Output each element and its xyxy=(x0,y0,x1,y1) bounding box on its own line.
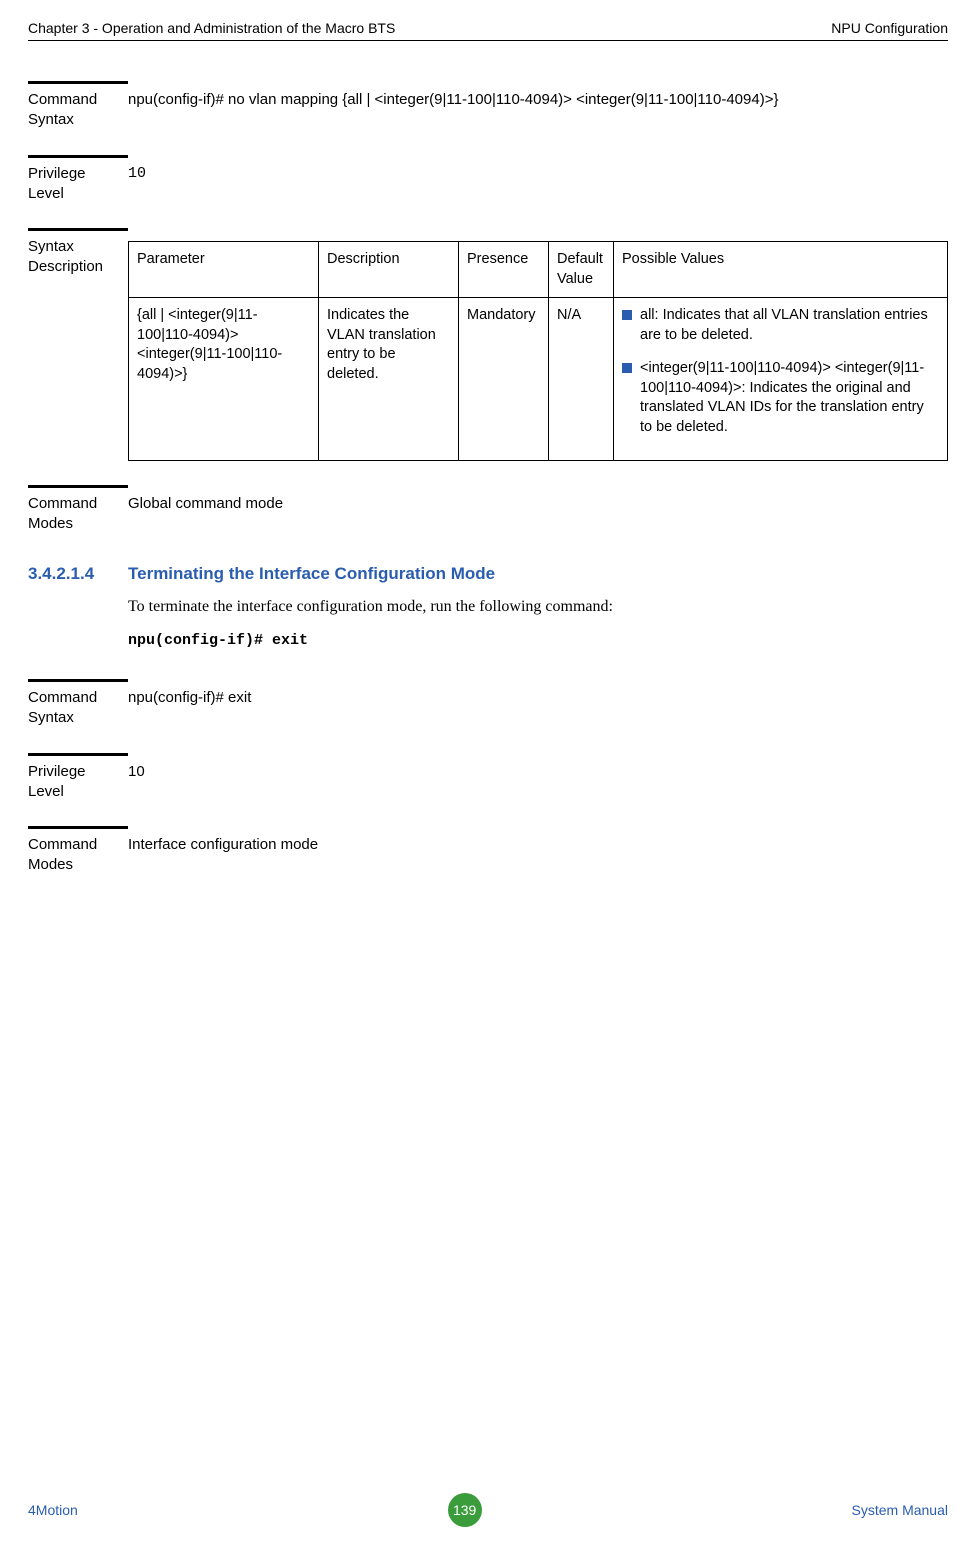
syntax-table: Parameter Description Presence Default V… xyxy=(128,241,948,461)
header-rule xyxy=(28,40,948,41)
header-right: NPU Configuration xyxy=(831,20,948,36)
label-command-modes: Command Modes xyxy=(28,826,128,876)
page-number-badge: 139 xyxy=(448,1493,482,1527)
value-command-modes: Global command mode xyxy=(128,485,948,535)
section-command-syntax-1: Command Syntax npu(config-if)# no vlan m… xyxy=(28,81,948,131)
col-parameter: Parameter xyxy=(129,242,319,298)
value-privilege-level: 10 xyxy=(128,155,948,205)
bullet-square-icon xyxy=(622,363,632,373)
page-footer: 4Motion 139 System Manual xyxy=(28,1493,948,1527)
cell-default: N/A xyxy=(549,298,614,460)
section-command-syntax-2: Command Syntax npu(config-if)# exit xyxy=(28,679,948,729)
bullet-item-integer: <integer(9|11-100|110-4094)> <integer(9|… xyxy=(622,359,939,437)
section-command-modes-2: Command Modes Interface configuration mo… xyxy=(28,826,948,876)
label-syntax-description: Syntax Description xyxy=(28,228,128,461)
table-header-row: Parameter Description Presence Default V… xyxy=(129,242,948,298)
label-privilege-level: Privilege Level xyxy=(28,155,128,205)
cell-possible-values: all: Indicates that all VLAN translation… xyxy=(614,298,948,460)
cell-description: Indicates the VLAN translation entry to … xyxy=(319,298,459,460)
section-privilege-level-2: Privilege Level 10 xyxy=(28,753,948,803)
command-example: npu(config-if)# exit xyxy=(128,632,948,649)
label-command-modes: Command Modes xyxy=(28,485,128,535)
section-command-modes-1: Command Modes Global command mode xyxy=(28,485,948,535)
value-command-syntax: npu(config-if)# no vlan mapping {all | <… xyxy=(128,81,948,131)
heading-title: Terminating the Interface Configuration … xyxy=(128,564,495,584)
bullet-text: <integer(9|11-100|110-4094)> <integer(9|… xyxy=(640,359,939,437)
col-default-value: Default Value xyxy=(549,242,614,298)
header-left: Chapter 3 - Operation and Administration… xyxy=(28,20,395,36)
bullet-text: all: Indicates that all VLAN translation… xyxy=(640,306,939,345)
label-command-syntax: Command Syntax xyxy=(28,679,128,729)
section-syntax-description: Syntax Description Parameter Description… xyxy=(28,228,948,461)
col-presence: Presence xyxy=(459,242,549,298)
footer-right: System Manual xyxy=(852,1502,948,1518)
col-possible-values: Possible Values xyxy=(614,242,948,298)
bullet-square-icon xyxy=(622,310,632,320)
label-command-syntax: Command Syntax xyxy=(28,81,128,131)
cell-parameter: {all | <integer(9|11-100|110-4094)> <int… xyxy=(129,298,319,460)
cell-presence: Mandatory xyxy=(459,298,549,460)
footer-left: 4Motion xyxy=(28,1502,78,1518)
table-row: {all | <integer(9|11-100|110-4094)> <int… xyxy=(129,298,948,460)
section-heading: 3.4.2.1.4 Terminating the Interface Conf… xyxy=(28,564,948,584)
value-command-syntax: npu(config-if)# exit xyxy=(128,679,948,729)
body-intro-text: To terminate the interface configuration… xyxy=(128,598,948,616)
bullet-item-all: all: Indicates that all VLAN translation… xyxy=(622,306,939,345)
value-privilege-level: 10 xyxy=(128,753,948,803)
col-description: Description xyxy=(319,242,459,298)
heading-number: 3.4.2.1.4 xyxy=(28,564,128,584)
syntax-table-wrap: Parameter Description Presence Default V… xyxy=(128,228,948,461)
section-privilege-level-1: Privilege Level 10 xyxy=(28,155,948,205)
page-header: Chapter 3 - Operation and Administration… xyxy=(28,20,948,36)
value-command-modes: Interface configuration mode xyxy=(128,826,948,876)
label-privilege-level: Privilege Level xyxy=(28,753,128,803)
